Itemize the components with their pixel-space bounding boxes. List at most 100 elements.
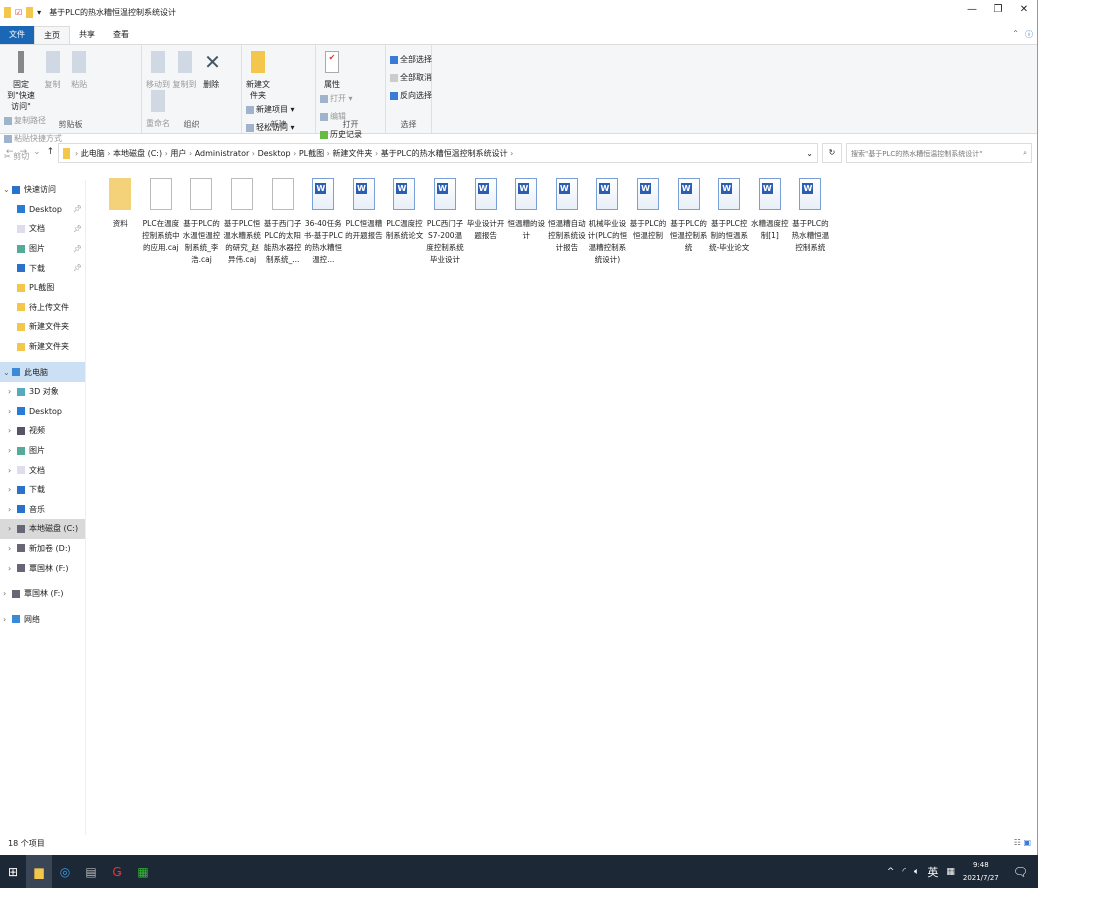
select-all-button[interactable]: 全部选择 (390, 51, 432, 69)
sidebar-item[interactable]: Desktop 📌︎ (0, 200, 85, 220)
help-icon[interactable]: ⓘ (1021, 26, 1037, 44)
pin-quick-access-button[interactable]: 固定到"快速访问" (4, 51, 38, 112)
open-button[interactable]: 打开 ▾ (320, 90, 362, 108)
sidebar-item[interactable]: 新建文件夹 (0, 337, 85, 357)
copy-to-button[interactable]: 复制到 (173, 51, 197, 90)
volume-icon[interactable]: 🔈︎ (914, 867, 919, 877)
sidebar-item[interactable]: › 新加卷 (D:) (0, 539, 85, 559)
chevron-right-icon[interactable]: › (8, 564, 17, 573)
properties-button[interactable]: ✔ 属性 (320, 51, 344, 90)
sidebar-item[interactable]: 下载 📌︎ (0, 258, 85, 278)
sidebar-item[interactable]: 待上传文件 (0, 298, 85, 318)
invert-selection-button[interactable]: 反向选择 (390, 87, 432, 105)
properties-quick-icon[interactable]: ☑ (15, 8, 22, 17)
breadcrumb-separator[interactable]: › (249, 149, 257, 158)
file-item[interactable]: 基于西门子PLC的太阳能热水器控制系统_... (262, 178, 303, 266)
chevron-down-icon[interactable]: ⌄ (3, 368, 12, 377)
sidebar-item[interactable]: › Desktop (0, 402, 85, 422)
details-view-button[interactable]: ☷ (1014, 838, 1021, 847)
chevron-right-icon[interactable]: › (8, 466, 17, 475)
file-item[interactable]: W 毕业设计开题报告 (465, 178, 506, 266)
file-item[interactable]: 资料 (100, 178, 141, 266)
chevron-down-icon[interactable]: ⌄ (3, 185, 12, 194)
breadcrumb-separator[interactable]: › (186, 149, 194, 158)
chevron-right-icon[interactable]: › (8, 485, 17, 494)
file-item[interactable]: W 36-40任务书-基于PLC的热水糟恒温控... (303, 178, 344, 266)
show-hidden-icons-button[interactable]: ^ (887, 867, 895, 877)
breadcrumb-separator[interactable]: › (508, 149, 513, 158)
chevron-right-icon[interactable]: › (8, 426, 17, 435)
file-explorer-icon[interactable]: ▆ (26, 855, 52, 888)
browser-icon[interactable]: ◎ (52, 855, 78, 888)
sidebar-item[interactable]: › 文档 (0, 460, 85, 480)
file-item[interactable]: W PLC恒温糟的开题报告 (344, 178, 385, 266)
breadcrumb-item[interactable]: PL截图 (299, 149, 324, 158)
network-icon[interactable]: ◜ (902, 867, 906, 877)
ime-indicator[interactable]: 英 (927, 864, 938, 880)
sidebar-item[interactable]: 图片 📌︎ (0, 239, 85, 259)
file-item[interactable]: W 恒温糟的设计 (506, 178, 547, 266)
breadcrumb-item[interactable]: 用户 (170, 149, 186, 158)
excel-icon[interactable]: ▦ (130, 855, 156, 888)
breadcrumb-item[interactable]: Desktop (258, 149, 291, 158)
sidebar-item[interactable]: ⌄ 快速访问 (0, 180, 85, 200)
tab-share[interactable]: 共享 (70, 26, 104, 44)
file-item[interactable]: 基于PLC恒温水糟系统的研究_赵异伟.caj (222, 178, 263, 266)
search-input[interactable]: 搜索"基于PLC的热水糟恒温控制系统设计" ⌕ (846, 143, 1032, 163)
sidebar-item[interactable]: › 下载 (0, 480, 85, 500)
refresh-button[interactable]: ↻ (822, 143, 842, 163)
chevron-right-icon[interactable]: › (8, 387, 17, 396)
file-item[interactable]: W 基于PLC的恒温控制 (628, 178, 669, 266)
file-item[interactable]: W 基于PLC的恒温控制系统 (668, 178, 709, 266)
file-item[interactable]: W 基于PLC控制的恒温系统-毕业论文 (709, 178, 750, 266)
file-item[interactable]: W 机械毕业设计(PLC的恒温糟控制系统设计) (587, 178, 628, 266)
minimize-button[interactable]: — (959, 4, 985, 15)
sidebar-item[interactable]: › 网络 (0, 609, 85, 629)
file-item[interactable]: PLC在温度控制系统中的应用.caj (141, 178, 182, 266)
sidebar-item[interactable]: PL截图 (0, 278, 85, 298)
file-item[interactable]: W 恒温糟自动控制系统设计报告 (547, 178, 588, 266)
sidebar-item[interactable]: 新建文件夹 (0, 317, 85, 337)
expand-ribbon-icon[interactable]: ⌃ (1010, 26, 1021, 44)
breadcrumb-item[interactable]: 新建文件夹 (332, 149, 372, 158)
chevron-right-icon[interactable]: › (3, 615, 12, 624)
sidebar-item[interactable]: › 图片 (0, 441, 85, 461)
breadcrumb-item[interactable]: 此电脑 (81, 149, 105, 158)
address-dropdown-icon[interactable]: ⌄ (806, 149, 813, 158)
chevron-right-icon[interactable]: › (8, 524, 17, 533)
breadcrumb-item[interactable]: 本地磁盘 (C:) (113, 149, 162, 158)
file-item[interactable]: W PLC温度控制系统论文 (384, 178, 425, 266)
wps-icon[interactable]: Ǥ (104, 855, 130, 888)
breadcrumb-item[interactable]: Administrator (195, 149, 250, 158)
chevron-right-icon[interactable]: › (8, 505, 17, 514)
chevron-right-icon[interactable]: › (8, 446, 17, 455)
chevron-right-icon[interactable]: › (8, 407, 17, 416)
forward-button[interactable]: → (20, 147, 34, 157)
sidebar-item[interactable]: › 音乐 (0, 500, 85, 520)
close-button[interactable]: ✕ (1011, 4, 1037, 15)
clock[interactable]: 9:48 2021/7/27 (963, 859, 999, 885)
move-to-button[interactable]: 移动到 (146, 51, 170, 90)
breadcrumb-separator[interactable]: › (372, 149, 380, 158)
paste-button[interactable]: 粘贴 (67, 51, 91, 90)
sidebar-item[interactable]: ⌄ 此电脑 (0, 362, 85, 382)
tab-home[interactable]: 主页 (34, 26, 70, 44)
delete-button[interactable]: ✕ 删除 (199, 51, 223, 90)
new-folder-quick-icon[interactable] (26, 7, 34, 18)
sidebar-item[interactable]: 文档 📌︎ (0, 219, 85, 239)
file-item[interactable]: 基于PLC的水温恒温控制系统_李浩.caj (181, 178, 222, 266)
start-icon[interactable]: ⊞ (0, 855, 26, 888)
file-item[interactable]: W PLC西门子S7-200温度控制系统毕业设计 (425, 178, 466, 266)
breadcrumb-separator[interactable]: › (291, 149, 299, 158)
tab-file[interactable]: 文件 (0, 26, 34, 44)
address-bar[interactable]: › 此电脑 › 本地磁盘 (C:) › 用户 › Administrator ›… (58, 143, 818, 163)
sidebar-item[interactable]: › 覃国林 (F:) (0, 584, 85, 604)
sidebar-item[interactable]: › 3D 对象 (0, 382, 85, 402)
breadcrumb-separator[interactable]: › (105, 149, 113, 158)
recent-dropdown[interactable]: ⌄ (33, 147, 47, 157)
maximize-button[interactable]: ❐ (985, 4, 1011, 15)
sidebar-item[interactable]: › 视频 (0, 421, 85, 441)
new-item-button[interactable]: 新建项目 ▾ (246, 101, 295, 119)
chevron-right-icon[interactable]: › (3, 589, 12, 598)
chevron-right-icon[interactable]: › (8, 544, 17, 553)
